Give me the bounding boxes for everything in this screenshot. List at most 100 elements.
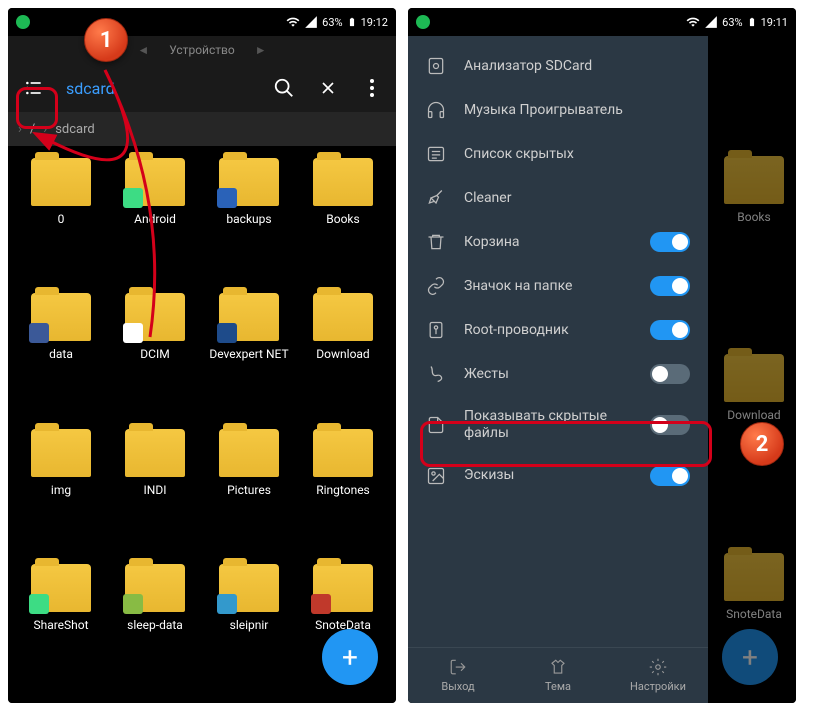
drawer-bottom-exit[interactable]: Выход — [408, 648, 508, 703]
folder-item[interactable]: sleep-data — [110, 564, 200, 691]
folder-icon — [125, 158, 185, 206]
folder-item[interactable]: Devexpert NET — [204, 293, 294, 420]
drawer-item-broom[interactable]: Cleaner — [408, 176, 708, 220]
toolbar-title: sdcard — [66, 79, 254, 98]
folder-label: img — [51, 483, 71, 511]
menu-icon — [24, 78, 44, 98]
folder-item[interactable]: DCIM — [110, 293, 200, 420]
toggle-switch[interactable] — [650, 320, 690, 340]
folder-label: 0 — [58, 212, 65, 240]
drawer-item-label: Анализатор SDCard — [464, 58, 690, 75]
drawer-item-gesture[interactable]: Жесты — [408, 352, 708, 396]
drawer-item-label: Значок на папке — [464, 278, 632, 295]
drawer-item-link[interactable]: Значок на папке — [408, 264, 708, 308]
folder-label: Books — [326, 212, 359, 240]
trash-icon — [426, 232, 446, 252]
search-icon — [273, 77, 295, 99]
folder-item[interactable]: Download — [298, 293, 388, 420]
folder-label: backups — [226, 212, 271, 240]
folder-item[interactable]: 0 — [16, 158, 106, 285]
folder-icon — [31, 564, 91, 612]
toggle-switch[interactable] — [650, 415, 690, 435]
folder-icon — [724, 354, 784, 402]
clock-text: 19:11 — [761, 16, 788, 29]
drawer-item-file[interactable]: Показывать скрытые файлы — [408, 396, 708, 454]
spotify-icon — [416, 15, 430, 29]
folder-item[interactable]: backups — [204, 158, 294, 285]
folder-label: DCIM — [140, 347, 169, 375]
fab-add[interactable]: + — [322, 629, 378, 685]
folder-item[interactable]: img — [16, 429, 106, 556]
folder-icon — [313, 293, 373, 341]
folder-item[interactable]: Books — [298, 158, 388, 285]
toggle-switch[interactable] — [650, 232, 690, 252]
drawer-item-root[interactable]: Root-проводник — [408, 308, 708, 352]
drawer-item-trash[interactable]: Корзина — [408, 220, 708, 264]
folder-icon — [724, 156, 784, 204]
drawer-item-label: Cleaner — [464, 190, 690, 207]
folder-label: Android — [134, 212, 176, 240]
folder-item[interactable]: sleipnir — [204, 564, 294, 691]
drawer-item-label: Показывать скрытые файлы — [464, 408, 632, 442]
statusbar: 63% 19:12 — [8, 8, 396, 36]
folder-icon — [31, 293, 91, 341]
drawer-item-sd[interactable]: Анализатор SDCard — [408, 44, 708, 88]
folder-icon — [313, 564, 373, 612]
drawer-item-thumb[interactable]: Эскизы — [408, 454, 708, 498]
toggle-switch[interactable] — [650, 364, 690, 384]
folder-item[interactable]: Ringtones — [298, 429, 388, 556]
folder-icon — [31, 429, 91, 477]
folder-item[interactable]: data — [16, 293, 106, 420]
spotify-icon — [16, 15, 30, 29]
breadcrumb-current[interactable]: sdcard — [55, 122, 95, 137]
list-icon — [426, 144, 446, 164]
callout-2: 2 — [740, 422, 784, 466]
folder-item[interactable]: Books — [724, 156, 784, 294]
folder-icon — [125, 564, 185, 612]
folder-icon — [219, 293, 279, 341]
drawer-bottom-label: Выход — [441, 680, 474, 693]
headphones-icon — [426, 100, 446, 120]
folder-icon — [313, 158, 373, 206]
sd-icon — [426, 56, 446, 76]
breadcrumb[interactable]: › / › sdcard — [8, 112, 396, 146]
file-icon — [426, 415, 446, 435]
breadcrumb-root[interactable]: / — [30, 122, 35, 137]
signal-icon — [704, 15, 718, 29]
folder-icon — [31, 158, 91, 206]
toggle-switch[interactable] — [650, 276, 690, 296]
toggle-switch[interactable] — [650, 466, 690, 486]
chevron-right-icon: › — [18, 122, 22, 137]
battery-text: 63% — [322, 16, 342, 29]
root-icon — [426, 320, 446, 340]
drawer-bottom-gear[interactable]: Настройки — [608, 648, 708, 703]
plus-icon: + — [742, 641, 758, 674]
callout-1: 1 — [84, 18, 128, 62]
toolbar: sdcard — [8, 64, 396, 112]
search-button[interactable] — [270, 74, 298, 102]
battery-icon — [347, 15, 357, 29]
plus-icon: + — [342, 641, 358, 674]
folder-item[interactable]: Pictures — [204, 429, 294, 556]
drawer-bottom-shirt[interactable]: Тема — [508, 648, 608, 703]
phone-right: 63% 19:11 BooksDownloadSnoteData Анализа… — [408, 8, 796, 703]
navigation-drawer: Анализатор SDCard Музыка Проигрыватель Спи… — [408, 36, 708, 703]
drawer-item-list[interactable]: Список скрытых — [408, 132, 708, 176]
drawer-item-headphones[interactable]: Музыка Проигрыватель — [408, 88, 708, 132]
close-button[interactable] — [314, 74, 342, 102]
folder-item[interactable]: Android — [110, 158, 200, 285]
drawer-item-label: Эскизы — [464, 467, 632, 484]
folder-icon — [219, 564, 279, 612]
folder-label: sleep-data — [127, 618, 183, 646]
overflow-button[interactable] — [358, 74, 386, 102]
folder-label: ShareShot — [33, 618, 88, 646]
close-icon — [318, 78, 338, 98]
subheader-device[interactable]: Устройство — [169, 43, 234, 57]
fab-add[interactable]: + — [722, 629, 778, 685]
folder-item[interactable]: INDI — [110, 429, 200, 556]
drawer-item-label: Музыка Проигрыватель — [464, 102, 690, 119]
folder-label: Books — [737, 210, 770, 238]
folder-item[interactable]: ShareShot — [16, 564, 106, 691]
menu-button[interactable] — [18, 72, 50, 104]
folder-icon — [219, 158, 279, 206]
